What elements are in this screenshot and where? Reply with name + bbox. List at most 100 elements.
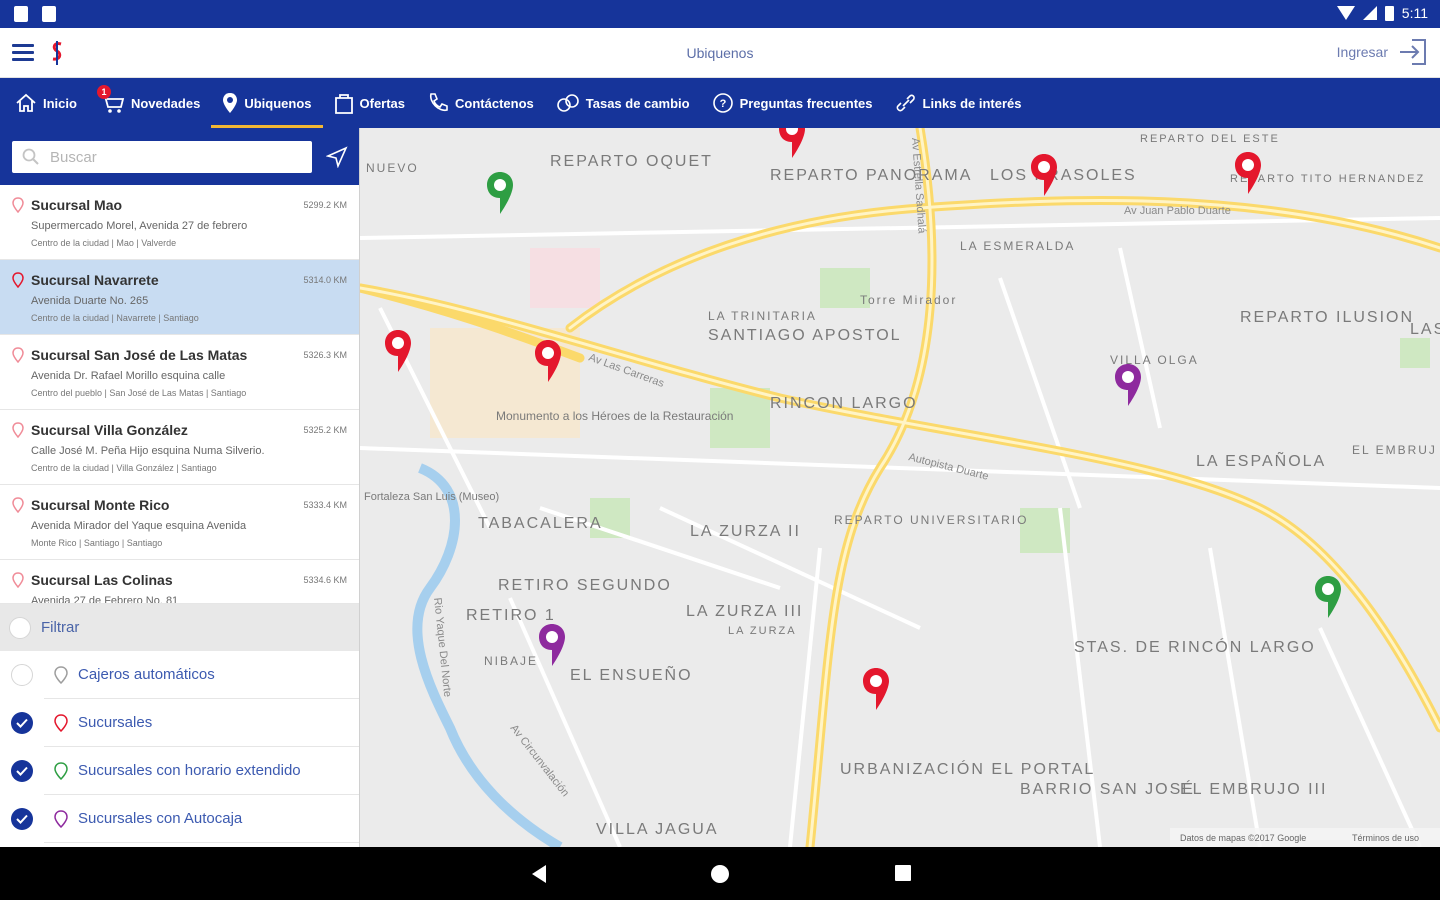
tab-preguntas[interactable]: ? Preguntas frecuentes	[701, 78, 884, 128]
branch-address: Supermercado Morel, Avenida 27 de febrer…	[31, 220, 248, 232]
map-terms-link[interactable]: Términos de uso	[1352, 833, 1419, 843]
tab-label: Novedades	[130, 95, 201, 111]
branch-sidebar: Sucursal Mao 5299.2 KM Supermercado More…	[0, 128, 360, 847]
map-label: LA ZURZA III	[686, 603, 803, 620]
login-icon	[1400, 39, 1426, 65]
map-area	[530, 248, 600, 308]
map-label: EL EMBRUJO III	[1180, 781, 1327, 798]
main-nav: Inicio 1 Novedades Ubiquenos Ofertas Con…	[0, 78, 1440, 128]
extended-hours-pin-icon	[54, 761, 68, 780]
tab-novedades[interactable]: 1 Novedades	[88, 78, 211, 128]
map-label: RINCON LARGO	[770, 395, 918, 412]
map-label: EL ENSUEÑO	[570, 664, 693, 684]
filter-checkbox[interactable]	[11, 664, 33, 686]
branch-pin-icon	[12, 422, 24, 438]
question-icon: ?	[712, 93, 733, 113]
filter-option-autocaja[interactable]: Sucursales con Autocaja	[0, 795, 359, 843]
battery-icon	[1384, 5, 1394, 21]
map-label: RETIRO SEGUNDO	[498, 577, 672, 594]
tab-label: Contáctenos	[455, 95, 534, 111]
search-box	[12, 141, 312, 173]
tab-tasas[interactable]: Tasas de cambio	[545, 78, 701, 128]
branch-name: Sucursal Monte Rico	[31, 497, 170, 513]
map-view[interactable]: REPARTO OQUET REPARTO PANORAMA LOS PRASO…	[360, 128, 1440, 847]
branch-marker[interactable]	[779, 128, 805, 158]
tab-inicio[interactable]: Inicio	[4, 78, 88, 128]
branch-marker[interactable]	[1235, 152, 1261, 194]
status-bar: 5:11	[0, 0, 1440, 28]
map-label: LA ZURZA II	[690, 523, 801, 540]
map-label: VILLA JAGUA	[596, 821, 719, 838]
home-icon	[16, 93, 36, 112]
branch-zone: Centro de la ciudad | Villa González | S…	[31, 463, 217, 473]
search-input[interactable]	[50, 148, 290, 166]
map-park	[1400, 338, 1430, 368]
map-label: NIBAJE	[484, 654, 538, 668]
map-label: LA ZURZA	[728, 625, 797, 637]
checked-icon[interactable]	[11, 760, 33, 782]
branch-distance: 5333.4 KM	[303, 500, 347, 510]
autocaja-marker[interactable]	[1115, 364, 1141, 406]
tab-ubiquenos[interactable]: Ubiquenos	[211, 78, 323, 128]
extended-hours-marker[interactable]	[1315, 576, 1341, 618]
map-label: REPARTO TITO HERNANDEZ	[1230, 173, 1425, 185]
tab-ofertas[interactable]: Ofertas	[323, 78, 417, 128]
branch-pin-icon	[12, 272, 24, 288]
navigate-arrow-icon[interactable]	[326, 146, 348, 168]
autocaja-marker[interactable]	[539, 624, 565, 666]
extended-hours-marker[interactable]	[487, 172, 513, 214]
tab-links[interactable]: Links de interés	[884, 78, 1033, 128]
tab-contactenos[interactable]: Contáctenos	[416, 78, 545, 128]
notification-icon	[14, 6, 28, 22]
filter-option-extended-hours[interactable]: Sucursales con horario extendido	[0, 747, 359, 795]
branch-marker[interactable]	[863, 668, 889, 710]
page-title: Ubiquenos	[686, 45, 754, 61]
branch-name: Sucursal Villa González	[31, 422, 188, 438]
branch-address: Avenida Dr. Rafael Morillo esquina calle	[31, 370, 226, 382]
tab-label: Ubiquenos	[244, 95, 312, 111]
map-label: REPARTO DEL ESTE	[1140, 133, 1280, 145]
checked-icon[interactable]	[11, 712, 33, 734]
filter-toggle[interactable]	[9, 616, 31, 639]
map-label: BARRIO SAN JOSÉ	[1020, 779, 1195, 798]
branch-marker[interactable]	[1031, 154, 1057, 196]
map-label: LA TRINITARIA	[708, 309, 817, 323]
branch-address: Avenida Mirador del Yaque esquina Avenid…	[31, 520, 247, 532]
branch-pin-icon	[12, 572, 24, 588]
branch-item[interactable]: Sucursal Monte Rico 5333.4 KM Avenida Mi…	[0, 485, 359, 560]
branch-distance: 5325.2 KM	[303, 425, 347, 435]
filter-header[interactable]: Filtrar	[0, 604, 359, 651]
atm-pin-icon	[54, 665, 68, 684]
back-icon[interactable]	[530, 864, 548, 884]
filter-label: Sucursales con Autocaja	[78, 810, 243, 827]
filter-option-branches[interactable]: Sucursales	[0, 699, 359, 747]
branch-item[interactable]: Sucursal Mao 5299.2 KM Supermercado More…	[0, 185, 359, 260]
branch-item[interactable]: Sucursal Navarrete 5314.0 KM Avenida Dua…	[0, 260, 359, 335]
checked-icon[interactable]	[11, 808, 33, 830]
filter-label: Sucursales	[78, 714, 153, 731]
map-label: LA ESPAÑOLA	[1196, 450, 1326, 470]
branch-zone: Centro de la ciudad | Mao | Valverde	[31, 238, 177, 248]
branch-name: Sucursal Mao	[31, 197, 123, 213]
map-label: STAS. DE RINCÓN LARGO	[1074, 637, 1316, 656]
recents-icon[interactable]	[894, 864, 912, 882]
tab-label: Tasas de cambio	[585, 95, 690, 111]
branch-name: Sucursal San José de Las Matas	[31, 347, 248, 363]
phone-icon	[430, 93, 448, 112]
status-time: 5:11	[1401, 5, 1428, 21]
branch-item[interactable]: Sucursal Villa González 5325.2 KM Calle …	[0, 410, 359, 485]
map-label: NUEVO	[366, 161, 419, 175]
branch-zone: Monte Rico | Santiago | Santiago	[31, 538, 163, 548]
tab-label: Ofertas	[359, 95, 406, 111]
branch-item[interactable]: Sucursal Las Colinas 5334.6 KM Avenida 2…	[0, 560, 359, 604]
map-label: Fortaleza San Luis (Museo)	[364, 491, 499, 503]
filter-option-atm[interactable]: Cajeros automáticos	[0, 651, 359, 699]
branch-zone: Centro de la ciudad | Navarrete | Santia…	[31, 313, 199, 323]
exchange-icon	[556, 94, 579, 112]
map-label: SANTIAGO APOSTOL	[708, 327, 902, 344]
wifi-icon	[1336, 6, 1355, 20]
tab-label: Links de interés	[922, 95, 1022, 111]
login-button[interactable]: Ingresar	[1337, 38, 1428, 66]
home-circle-icon[interactable]	[710, 864, 730, 884]
branch-item[interactable]: Sucursal San José de Las Matas 5326.3 KM…	[0, 335, 359, 410]
